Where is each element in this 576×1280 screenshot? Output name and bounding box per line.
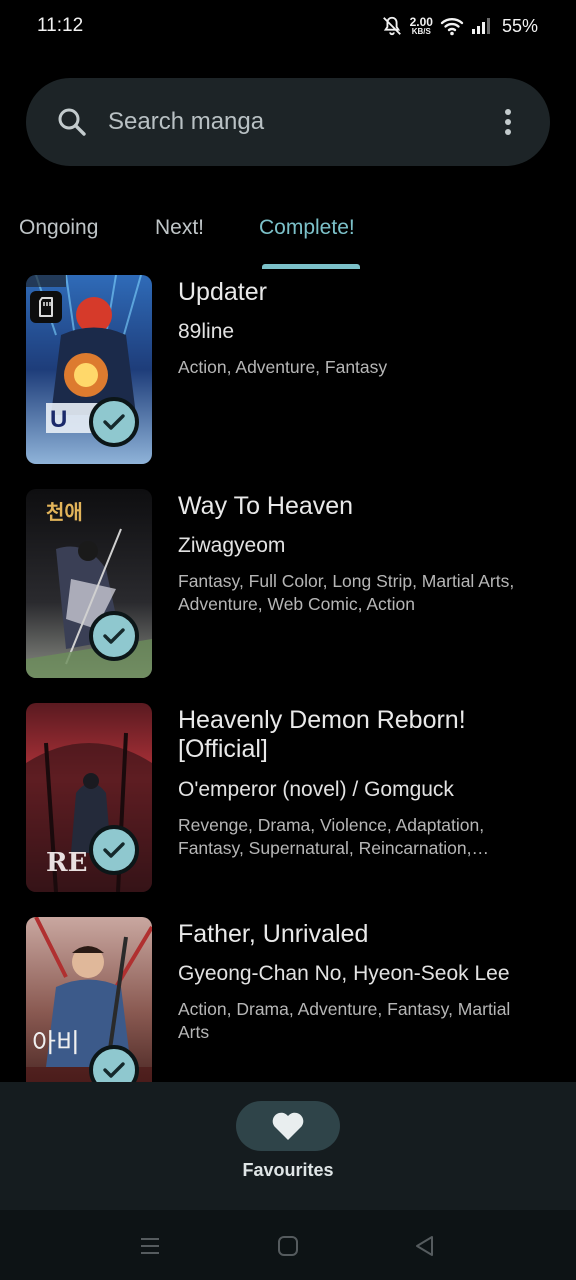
svg-text:RE: RE — [46, 848, 87, 878]
manga-cover[interactable]: 천애 — [26, 489, 152, 678]
manga-author: 89line — [178, 320, 235, 343]
manga-item-way-to-heaven[interactable]: 천애 Way To Heaven Ziwagyeom Fantasy, Full… — [0, 484, 576, 698]
downloaded-icon — [30, 291, 62, 323]
completed-check-icon — [89, 611, 139, 661]
manga-cover[interactable]: 아비 — [26, 917, 152, 1082]
wifi-icon — [440, 18, 464, 36]
manga-cover[interactable]: U — [26, 275, 152, 464]
network-speed: 2.00 KB/S — [409, 15, 433, 36]
signal-icon — [471, 18, 490, 34]
more-options-icon[interactable] — [496, 106, 520, 138]
heart-icon — [272, 1112, 304, 1140]
manga-title: Heavenly Demon Reborn! [Official] — [178, 706, 466, 763]
manga-item-father-unrivaled[interactable]: 아비 Father, Unrivaled Gyeong-Chan No, Hye… — [0, 912, 576, 1082]
search-bar[interactable] — [26, 78, 550, 166]
manga-item-heavenly-demon-reborn[interactable]: RE Heavenly Demon Reborn! [Official] O'e… — [0, 698, 576, 912]
tab-complete[interactable]: Complete! — [259, 216, 355, 240]
manga-title: Updater — [178, 278, 267, 306]
status-time: 11:12 — [37, 15, 84, 36]
manga-title: Father, Unrivaled — [178, 920, 369, 948]
manga-title: Way To Heaven — [178, 492, 354, 520]
manga-author: Ziwagyeom — [178, 534, 286, 557]
category-tabs: Ongoing Next! Complete! — [0, 206, 576, 270]
manga-cover[interactable]: RE — [26, 703, 152, 892]
manga-genres: Fantasy, Full Color, Long Strip, Martial… — [178, 571, 515, 614]
active-tab-indicator — [262, 264, 360, 269]
recent-apps-icon[interactable] — [138, 1234, 162, 1258]
mute-icon — [382, 16, 401, 36]
manga-genres: Action, Drama, Adventure, Fantasy, Marti… — [178, 999, 511, 1042]
system-navigation-bar — [0, 1210, 576, 1280]
status-icons: 2.00 KB/S 55% — [381, 13, 538, 39]
status-bar: 11:12 2.00 KB/S 55% — [0, 0, 576, 52]
bottom-navigation: Favourites — [0, 1082, 576, 1210]
svg-text:U: U — [50, 406, 67, 433]
manga-genres: Action, Adventure, Fantasy — [178, 357, 388, 377]
home-icon[interactable] — [276, 1234, 300, 1258]
completed-check-icon — [89, 397, 139, 447]
manga-list[interactable]: U Updater 89line Action, Adventure, Fant… — [0, 270, 576, 1082]
search-input[interactable] — [108, 98, 468, 146]
svg-text:천애: 천애 — [46, 500, 83, 524]
favourites-nav-button[interactable] — [236, 1101, 340, 1151]
completed-check-icon — [89, 825, 139, 875]
manga-item-updater[interactable]: U Updater 89line Action, Adventure, Fant… — [0, 270, 576, 484]
search-icon[interactable] — [56, 106, 88, 138]
battery-level: 55% — [501, 15, 538, 36]
svg-text:아비: 아비 — [32, 1029, 80, 1059]
back-icon[interactable] — [413, 1234, 437, 1258]
tab-ongoing[interactable]: Ongoing — [19, 216, 98, 240]
favourites-nav-label[interactable]: Favourites — [0, 1160, 576, 1181]
manga-author: Gyeong-Chan No, Hyeon-Seok Lee — [178, 962, 510, 985]
tab-next[interactable]: Next! — [155, 216, 204, 240]
manga-author: O'emperor (novel) / Gomguck — [178, 778, 454, 801]
manga-genres: Revenge, Drama, Violence, Adaptation, Fa… — [178, 815, 489, 858]
